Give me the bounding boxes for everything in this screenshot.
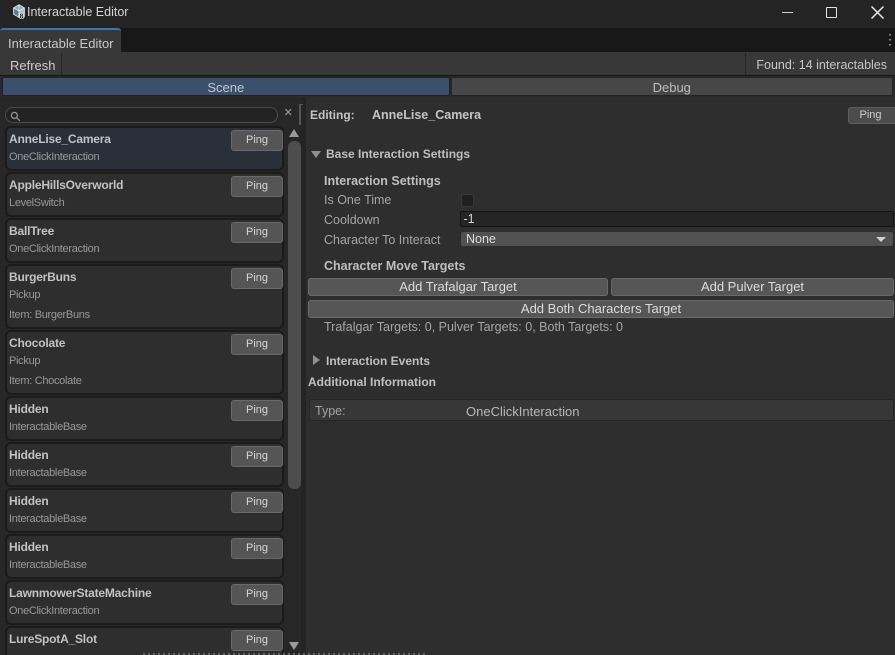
svg-text:8: 8	[20, 13, 24, 20]
